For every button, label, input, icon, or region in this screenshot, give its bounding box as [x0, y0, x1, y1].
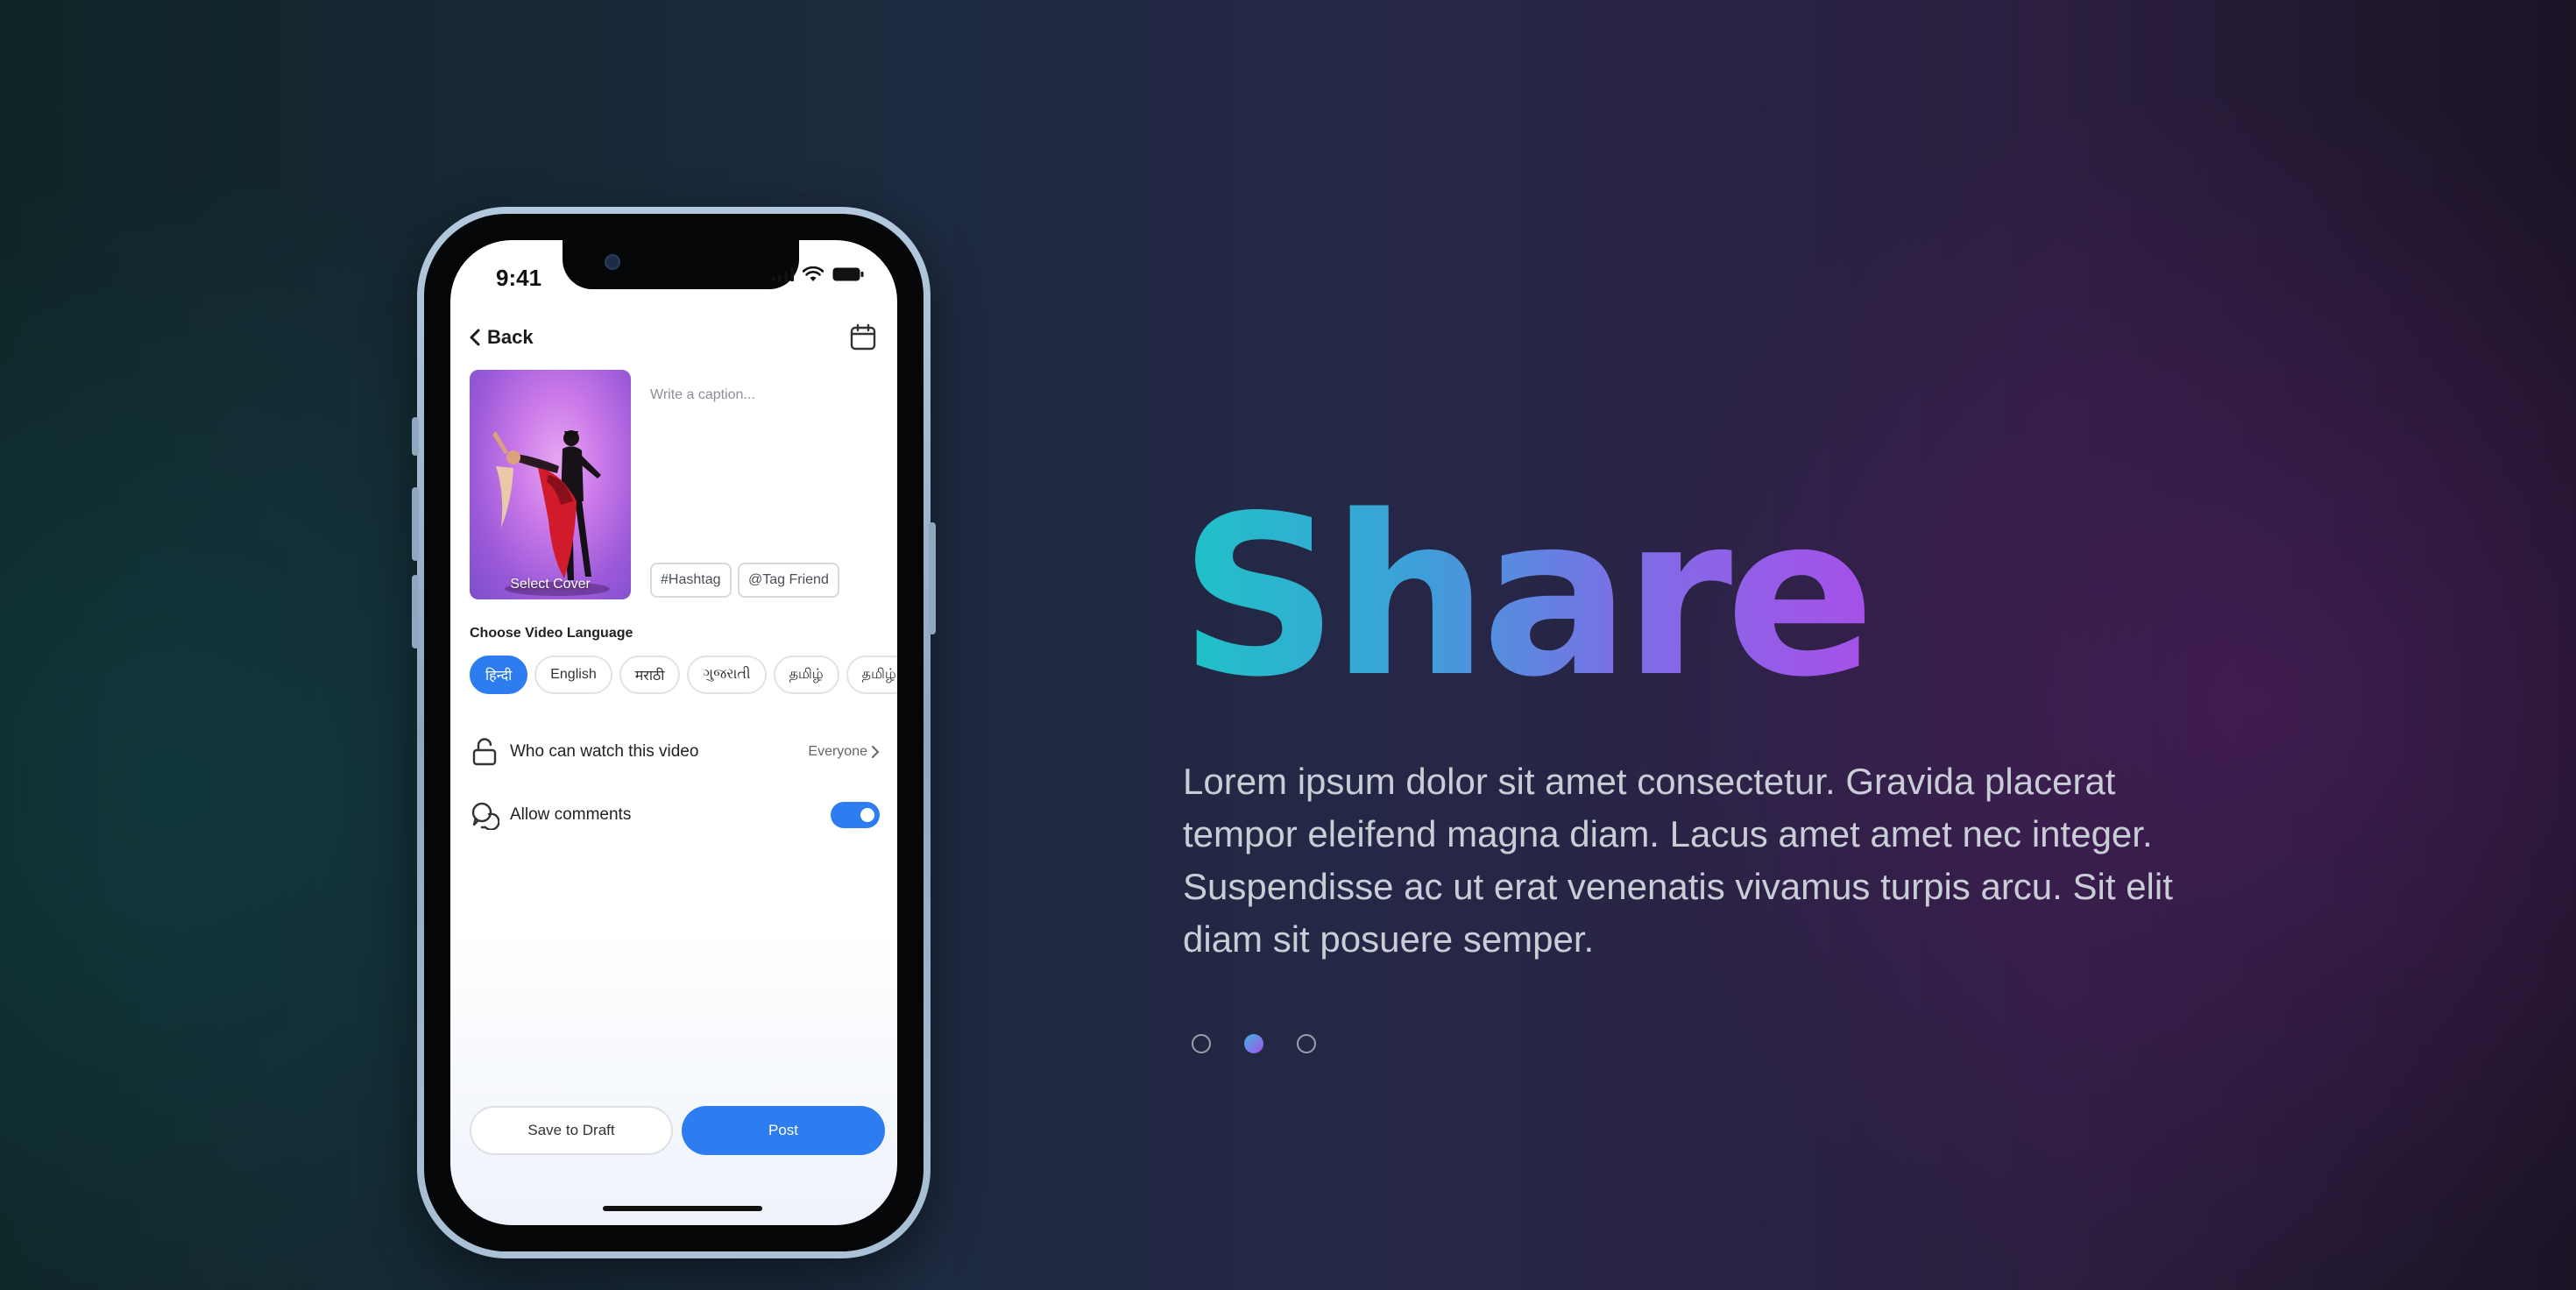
- comments-setting-row: Allow comments: [470, 797, 880, 833]
- hero-title: Share: [1179, 469, 1875, 726]
- language-option-hindi[interactable]: हिन्दी: [470, 656, 528, 694]
- phone-power-button: [929, 522, 936, 634]
- privacy-value: Everyone: [808, 744, 880, 760]
- pagination-dot-1[interactable]: [1192, 1034, 1211, 1053]
- chevron-left-icon: [470, 329, 480, 346]
- status-bar-icons: [772, 266, 864, 282]
- dancers-image: [492, 430, 610, 596]
- phone-mockup: 9:41 Back Select Cover Write a caption..…: [412, 207, 936, 1258]
- privacy-setting-row[interactable]: Who can watch this video Everyone: [470, 734, 880, 769]
- language-option-english[interactable]: English: [534, 656, 612, 694]
- pagination-dot-2[interactable]: [1244, 1034, 1263, 1053]
- select-cover-label: Select Cover: [510, 577, 591, 592]
- language-section-title: Choose Video Language: [470, 626, 633, 641]
- phone-side-button: [412, 417, 419, 456]
- pagination-dot-3[interactable]: [1297, 1034, 1316, 1053]
- hashtag-button[interactable]: #Hashtag: [650, 563, 732, 598]
- post-button[interactable]: Post: [682, 1106, 885, 1155]
- language-option-tamil-2[interactable]: தமிழ்: [846, 656, 897, 694]
- caption-input[interactable]: [650, 387, 897, 403]
- chevron-right-icon: [872, 746, 880, 758]
- status-time: 9:41: [496, 265, 542, 291]
- language-option-tamil[interactable]: தமிழ்: [773, 656, 839, 694]
- video-cover-thumbnail[interactable]: Select Cover: [470, 370, 631, 599]
- calendar-icon[interactable]: [848, 322, 878, 352]
- back-button[interactable]: Back: [468, 326, 534, 349]
- phone-screen: 9:41 Back Select Cover Write a caption..…: [450, 240, 897, 1225]
- hero-description: Lorem ipsum dolor sit amet consectetur. …: [1183, 761, 2173, 960]
- phone-volume-up: [412, 487, 419, 561]
- phone-volume-down: [412, 575, 419, 649]
- tag-friend-button[interactable]: @Tag Friend: [738, 563, 839, 598]
- carousel-pagination: [1192, 1034, 1316, 1053]
- home-indicator: [603, 1206, 762, 1211]
- comment-icon: [471, 802, 499, 830]
- lock-icon: [472, 738, 497, 766]
- back-label: Back: [487, 326, 534, 348]
- wifi-icon: [803, 266, 824, 281]
- phone-notch: [563, 240, 799, 289]
- phone-bezel: 9:41 Back Select Cover Write a caption..…: [424, 214, 924, 1251]
- language-option-gujarati[interactable]: ગુજરાતી: [687, 656, 767, 694]
- privacy-label: Who can watch this video: [510, 742, 699, 761]
- camera-icon: [605, 254, 620, 270]
- comments-label: Allow comments: [510, 805, 632, 824]
- signal-icon: [772, 267, 794, 281]
- language-option-marathi[interactable]: मराठी: [619, 656, 681, 694]
- battery-icon: [832, 267, 864, 281]
- allow-comments-toggle[interactable]: [831, 802, 880, 828]
- save-to-draft-button[interactable]: Save to Draft: [470, 1106, 673, 1155]
- language-selector: हिन्दी English मराठी ગુજરાતી தமிழ் தமிழ்: [470, 656, 897, 698]
- privacy-value-text: Everyone: [808, 744, 867, 759]
